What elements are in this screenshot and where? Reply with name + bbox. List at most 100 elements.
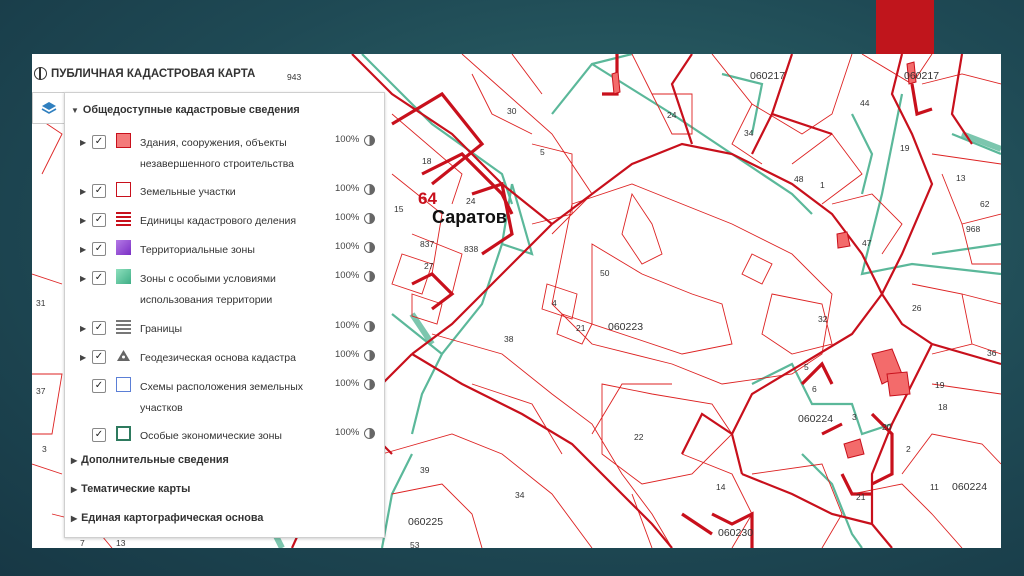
half-circle-icon[interactable] [364, 135, 375, 146]
layer-checkbox-parcel-schemes[interactable]: ✓ [92, 379, 106, 393]
svg-text:39: 39 [420, 465, 430, 475]
svg-text:3: 3 [42, 444, 47, 454]
slide-accent-bar [876, 0, 934, 54]
layer-checkbox-buildings[interactable]: ✓ [92, 135, 106, 149]
triangle-right-icon[interactable]: ▶ [80, 324, 86, 333]
triangle-right-icon[interactable]: ▶ [80, 138, 86, 147]
svg-text:15: 15 [394, 204, 404, 214]
map-title: ПУБЛИЧНАЯ КАДАСТРОВАЯ КАРТА [34, 67, 255, 80]
section-public-cadastre[interactable]: ▼ Общедоступные кадастровые сведения [71, 104, 300, 116]
half-circle-icon[interactable] [364, 213, 375, 224]
half-circle-icon[interactable] [364, 271, 375, 282]
svg-text:50: 50 [600, 268, 610, 278]
half-circle-icon[interactable] [364, 321, 375, 332]
svg-text:37: 37 [36, 386, 46, 396]
section-additional-info[interactable]: ▶ Дополнительные сведения [71, 454, 229, 466]
triangle-right-icon[interactable]: ▶ [80, 274, 86, 283]
legend-special-zones-icon [116, 269, 131, 284]
layer-opacity: 100% [335, 134, 360, 145]
layer-checkbox-territorial-zones[interactable]: ✓ [92, 242, 106, 256]
legend-parcel-schemes-icon [116, 377, 131, 392]
layer-row-special-zones[interactable]: ▶ ✓ Зоны с особыми условиями использован… [65, 269, 384, 306]
triangle-right-icon[interactable]: ▶ [80, 353, 86, 362]
legend-parcels-icon [116, 182, 131, 197]
svg-text:38: 38 [504, 334, 514, 344]
svg-text:968: 968 [966, 224, 980, 234]
triangle-right-icon: ▶ [71, 513, 78, 523]
svg-text:21: 21 [576, 323, 586, 333]
globe-icon [34, 67, 47, 80]
layer-checkbox-special-zones[interactable]: ✓ [92, 271, 106, 285]
svg-text:838: 838 [464, 244, 478, 254]
layer-opacity: 100% [335, 212, 360, 223]
svg-text:32: 32 [818, 314, 828, 324]
svg-text:24: 24 [667, 110, 677, 120]
layer-checkbox-economic-zones[interactable]: ✓ [92, 428, 106, 442]
svg-text:060224: 060224 [952, 481, 987, 493]
layer-row-cadastral-units[interactable]: ▶ ✓ Единицы кадастрового деления 100% [65, 211, 384, 239]
layer-row-buildings[interactable]: ▶ ✓ Здания, сооружения, объекты незаверш… [65, 133, 384, 170]
layer-checkbox-cadastral-units[interactable]: ✓ [92, 213, 106, 227]
svg-text:060224: 060224 [798, 413, 833, 425]
svg-text:48: 48 [794, 174, 804, 184]
svg-text:44: 44 [860, 98, 870, 108]
app-title: ПУБЛИЧНАЯ КАДАСТРОВАЯ КАРТА [51, 67, 256, 80]
city-name-label: Саратов [432, 207, 507, 227]
svg-text:2: 2 [906, 444, 911, 454]
svg-text:47: 47 [862, 238, 872, 248]
layer-opacity: 100% [335, 270, 360, 281]
half-circle-icon[interactable] [364, 184, 375, 195]
half-circle-icon[interactable] [364, 428, 375, 439]
svg-text:18: 18 [422, 156, 432, 166]
svg-text:060217: 060217 [750, 70, 785, 82]
layer-row-geodetic[interactable]: ▶ ✓ Геодезическая основа кадастра 100% [65, 349, 384, 376]
legend-buildings-icon [116, 133, 131, 148]
svg-text:22: 22 [634, 432, 644, 442]
svg-text:837: 837 [420, 239, 434, 249]
layer-row-economic-zones[interactable]: ✓ Особые экономические зоны 100% [65, 426, 384, 454]
layer-checkbox-land-parcels[interactable]: ✓ [92, 184, 106, 198]
svg-text:060223: 060223 [608, 321, 643, 333]
half-circle-icon[interactable] [364, 242, 375, 253]
triangle-right-icon[interactable]: ▶ [80, 187, 86, 196]
svg-text:31: 31 [36, 298, 46, 308]
layer-opacity: 100% [335, 241, 360, 252]
svg-text:30: 30 [507, 106, 517, 116]
svg-text:18: 18 [938, 402, 948, 412]
svg-text:27: 27 [424, 261, 434, 271]
svg-text:1: 1 [820, 180, 825, 190]
layer-label: Здания, сооружения, объекты незавершенно… [140, 137, 294, 170]
section-thematic-maps[interactable]: ▶ Тематические карты [71, 483, 190, 495]
svg-text:7: 7 [80, 538, 85, 548]
half-circle-icon[interactable] [364, 379, 375, 390]
legend-cadastral-units-icon [116, 211, 131, 226]
svg-text:4: 4 [552, 298, 557, 308]
layers-toggle-button[interactable] [32, 92, 66, 124]
layer-row-borders[interactable]: ▶ ✓ Границы 100% [65, 319, 384, 347]
layer-checkbox-geodetic[interactable]: ✓ [92, 350, 106, 364]
layer-label: Зоны с особыми условиями использования т… [140, 273, 276, 306]
layer-row-parcel-schemes[interactable]: ✓ Схемы расположения земельных участков … [65, 377, 384, 414]
half-circle-icon[interactable] [364, 350, 375, 361]
triangle-right-icon: ▶ [71, 484, 78, 494]
triangle-right-icon[interactable]: ▶ [80, 245, 86, 254]
section-cartographic-base[interactable]: ▶ Единая картографическая основа [71, 512, 263, 524]
triangle-right-icon[interactable]: ▶ [80, 216, 86, 225]
triangle-down-icon: ▼ [71, 105, 79, 115]
svg-text:34: 34 [515, 490, 525, 500]
layer-row-territorial-zones[interactable]: ▶ ✓ Территориальные зоны 100% [65, 240, 384, 268]
svg-text:5: 5 [804, 362, 809, 372]
layer-row-land-parcels[interactable]: ▶ ✓ Земельные участки 100% [65, 182, 384, 210]
layer-opacity: 100% [335, 320, 360, 331]
layer-opacity: 100% [335, 349, 360, 360]
svg-text:19: 19 [900, 143, 910, 153]
layer-opacity: 100% [335, 378, 360, 389]
layer-checkbox-borders[interactable]: ✓ [92, 321, 106, 335]
svg-text:26: 26 [912, 303, 922, 313]
svg-text:20: 20 [882, 422, 892, 432]
svg-text:060230: 060230 [718, 527, 753, 539]
svg-text:060225: 060225 [408, 516, 443, 528]
svg-text:24: 24 [466, 196, 476, 206]
legend-economic-zones-icon [116, 426, 131, 441]
layers-panel: ▼ Общедоступные кадастровые сведения ▶ ✓… [64, 92, 385, 538]
